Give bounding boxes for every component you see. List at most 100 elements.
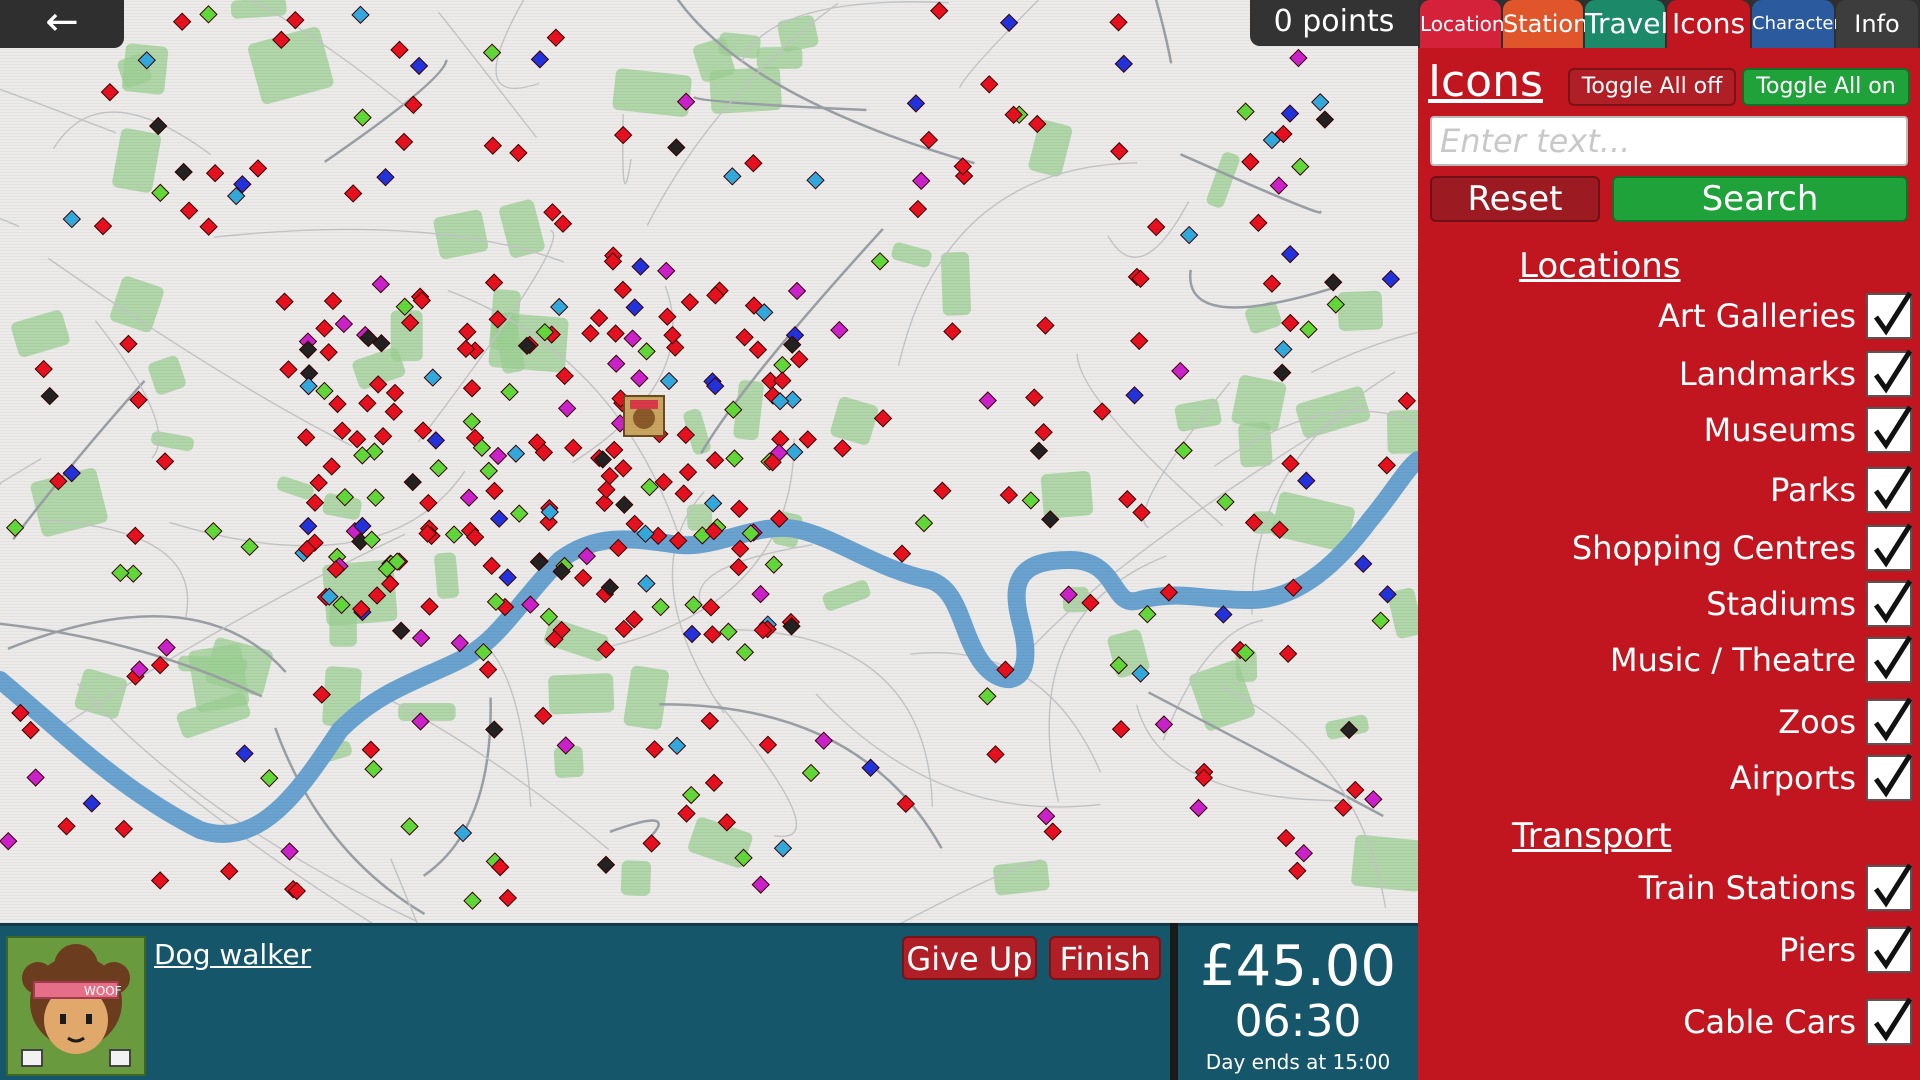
location-marker-icon[interactable] xyxy=(663,325,682,345)
location-marker-icon[interactable] xyxy=(751,875,770,894)
location-marker-icon[interactable] xyxy=(358,394,377,413)
location-marker-icon[interactable] xyxy=(581,324,600,343)
location-marker-icon[interactable] xyxy=(589,308,609,328)
location-marker-icon[interactable] xyxy=(1371,611,1390,630)
map-markers[interactable] xyxy=(0,1,1417,910)
city-map[interactable]: ← 0 points xyxy=(0,0,1418,923)
location-marker-icon[interactable] xyxy=(625,298,644,317)
search-button[interactable]: Search xyxy=(1612,176,1908,222)
location-marker-icon[interactable] xyxy=(1274,340,1293,359)
location-marker-icon[interactable] xyxy=(506,444,526,463)
location-marker-icon[interactable] xyxy=(657,261,676,281)
location-marker-icon[interactable] xyxy=(1299,320,1318,339)
location-marker-icon[interactable] xyxy=(735,643,755,662)
toggle-all-on-button[interactable]: Toggle All on xyxy=(1742,68,1910,106)
location-marker-icon[interactable] xyxy=(172,12,192,31)
location-marker-icon[interactable] xyxy=(1171,361,1190,381)
location-marker-icon[interactable] xyxy=(333,421,352,440)
location-marker-icon[interactable] xyxy=(498,888,518,908)
location-marker-icon[interactable] xyxy=(912,171,931,191)
location-marker-icon[interactable] xyxy=(319,343,338,362)
option-row-art-galleries[interactable]: Art Galleries xyxy=(1658,290,1913,342)
tab-info[interactable]: Info xyxy=(1836,0,1918,48)
location-marker-icon[interactable] xyxy=(1281,313,1300,333)
option-row-zoos[interactable]: Zoos xyxy=(1778,696,1913,748)
location-marker-icon[interactable] xyxy=(614,459,633,478)
location-marker-icon[interactable] xyxy=(751,584,770,604)
location-marker-icon[interactable] xyxy=(787,281,807,301)
location-marker-icon[interactable] xyxy=(870,252,890,271)
location-marker-icon[interactable] xyxy=(1364,790,1383,809)
location-marker-icon[interactable] xyxy=(1346,780,1365,800)
location-marker-icon[interactable] xyxy=(391,621,411,640)
location-marker-icon[interactable] xyxy=(1273,363,1292,382)
location-marker-icon[interactable] xyxy=(498,568,517,587)
location-marker-icon[interactable] xyxy=(315,381,334,401)
location-marker-icon[interactable] xyxy=(1114,54,1133,74)
location-marker-icon[interactable] xyxy=(413,421,433,440)
location-marker-icon[interactable] xyxy=(1315,110,1335,129)
location-marker-icon[interactable] xyxy=(93,216,113,236)
location-marker-icon[interactable] xyxy=(0,831,18,851)
location-marker-icon[interactable] xyxy=(353,108,372,127)
location-marker-icon[interactable] xyxy=(361,740,381,759)
location-marker-icon[interactable] xyxy=(930,1,949,20)
option-row-train-stations[interactable]: Train Stations xyxy=(1639,862,1913,914)
option-row-piers[interactable]: Piers xyxy=(1779,924,1913,976)
location-marker-icon[interactable] xyxy=(1111,720,1131,739)
location-marker-icon[interactable] xyxy=(485,481,504,501)
location-marker-icon[interactable] xyxy=(623,329,642,348)
option-row-shopping-centres[interactable]: Shopping Centres xyxy=(1572,522,1913,574)
location-marker-icon[interactable] xyxy=(199,217,218,236)
location-marker-icon[interactable] xyxy=(420,597,439,616)
job-title[interactable]: Dog walker xyxy=(154,938,311,971)
checkbox-piers[interactable] xyxy=(1866,925,1913,973)
location-marker-icon[interactable] xyxy=(919,130,939,150)
location-marker-icon[interactable] xyxy=(111,563,130,583)
location-marker-icon[interactable] xyxy=(1036,316,1055,335)
location-marker-icon[interactable] xyxy=(978,687,997,706)
location-marker-icon[interactable] xyxy=(719,622,738,641)
location-marker-icon[interactable] xyxy=(260,768,279,788)
location-marker-icon[interactable] xyxy=(489,509,509,528)
finish-button[interactable]: Finish xyxy=(1049,936,1161,980)
location-marker-icon[interactable] xyxy=(1381,269,1401,289)
location-marker-icon[interactable] xyxy=(40,386,59,406)
location-marker-icon[interactable] xyxy=(205,164,225,183)
location-marker-icon[interactable] xyxy=(26,768,45,787)
location-marker-icon[interactable] xyxy=(334,314,354,334)
location-marker-icon[interactable] xyxy=(279,360,298,379)
location-marker-icon[interactable] xyxy=(1025,388,1044,407)
location-marker-icon[interactable] xyxy=(896,794,916,814)
location-marker-icon[interactable] xyxy=(642,834,661,853)
location-marker-icon[interactable] xyxy=(615,495,634,514)
option-row-museums[interactable]: Museums xyxy=(1704,404,1913,456)
location-marker-icon[interactable] xyxy=(458,322,477,341)
location-marker-icon[interactable] xyxy=(297,428,316,447)
location-marker-icon[interactable] xyxy=(1280,244,1300,264)
location-marker-icon[interactable] xyxy=(351,5,370,25)
location-marker-icon[interactable] xyxy=(892,544,912,563)
location-marker-icon[interactable] xyxy=(429,459,448,478)
location-marker-icon[interactable] xyxy=(773,371,792,390)
location-marker-icon[interactable] xyxy=(630,369,649,388)
location-marker-icon[interactable] xyxy=(729,557,748,577)
location-marker-icon[interactable] xyxy=(1241,152,1260,172)
tab-character[interactable]: Character xyxy=(1752,0,1841,48)
location-marker-icon[interactable] xyxy=(1189,798,1208,818)
tab-travel[interactable]: Travel xyxy=(1585,0,1668,48)
location-marker-icon[interactable] xyxy=(394,132,414,152)
location-marker-icon[interactable] xyxy=(483,136,503,155)
location-marker-icon[interactable] xyxy=(362,530,381,549)
location-marker-icon[interactable] xyxy=(631,257,650,276)
location-marker-icon[interactable] xyxy=(126,526,145,545)
checkbox-parks[interactable] xyxy=(1866,465,1913,513)
location-marker-icon[interactable] xyxy=(509,143,528,163)
location-marker-icon[interactable] xyxy=(1110,142,1129,161)
location-marker-icon[interactable] xyxy=(933,481,952,500)
give-up-button[interactable]: Give Up xyxy=(902,936,1037,980)
location-marker-icon[interactable] xyxy=(1146,217,1166,237)
location-marker-icon[interactable] xyxy=(703,625,722,644)
location-marker-icon[interactable] xyxy=(484,273,504,292)
checkbox-landmarks[interactable] xyxy=(1866,349,1913,397)
